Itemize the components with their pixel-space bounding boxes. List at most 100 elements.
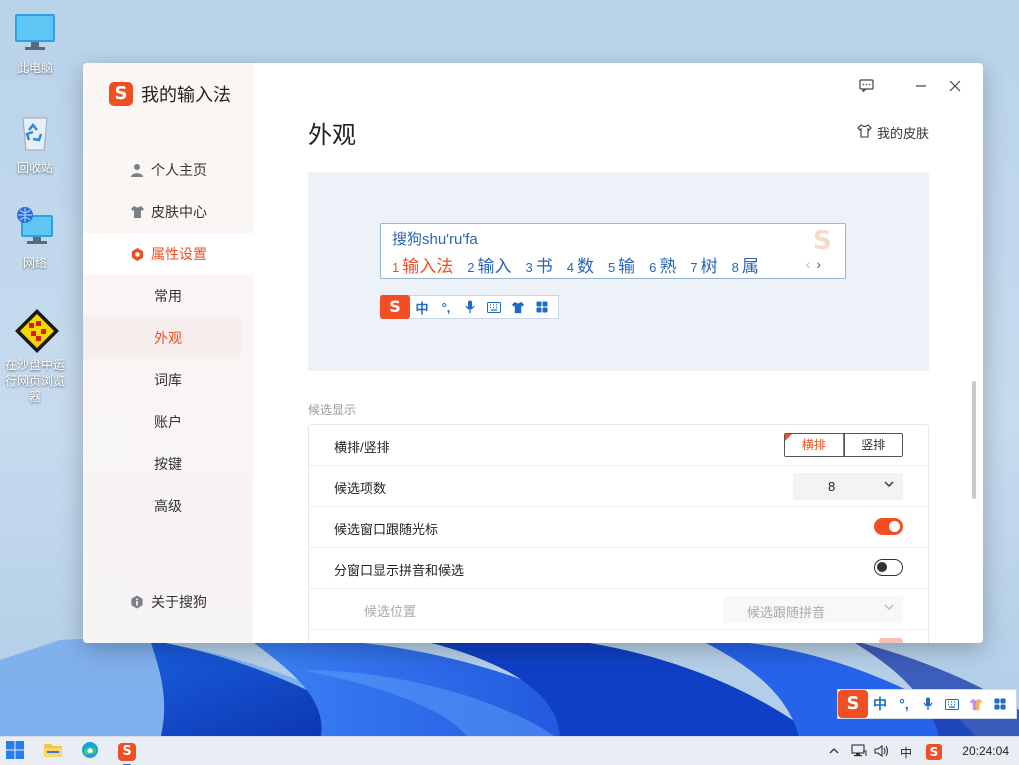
setting-row-follow-cursor: 候选窗口跟随光标: [309, 507, 928, 548]
candidate-item: 3书: [525, 257, 553, 276]
my-skin-link[interactable]: 我的皮肤: [857, 123, 929, 142]
candidate-position-select[interactable]: 候选跟随拼音: [723, 596, 903, 623]
tshirt-outline-icon: [857, 124, 872, 141]
tray-network[interactable]: [850, 742, 868, 762]
taskbar: S 中 S 20:24:04: [0, 736, 1019, 765]
app-brand: S 我的输入法: [109, 81, 231, 107]
chevron-down-icon: [883, 478, 895, 490]
folder-icon: [43, 742, 63, 763]
start-button[interactable]: [3, 740, 27, 764]
desktop-icon-this-pc[interactable]: 此电脑: [0, 10, 70, 76]
candidate-item: 6熟: [649, 257, 677, 276]
desktop-icon-recycle-bin[interactable]: 回收站: [0, 110, 70, 176]
status-bar-preview: S 中 °,: [380, 295, 559, 319]
candidate-count-select[interactable]: 8: [793, 473, 903, 500]
sidebar-item-label: 属性设置: [151, 246, 207, 262]
subnav-item-appearance[interactable]: 外观: [83, 317, 241, 359]
sogou-logo-icon[interactable]: S: [838, 690, 868, 718]
punctuation-icon[interactable]: °,: [892, 691, 916, 717]
option-horizontal[interactable]: 横排: [785, 434, 844, 456]
sogou-logo-icon: S: [109, 82, 133, 106]
skin-icon: [506, 296, 530, 318]
setting-label: 横排/竖排: [334, 440, 390, 455]
next-page-icon: ›: [816, 256, 821, 272]
feedback-icon: [858, 79, 874, 97]
microphone-icon[interactable]: [916, 691, 940, 717]
minimize-button[interactable]: [910, 77, 932, 99]
subnav-item-dictionary[interactable]: 词库: [83, 359, 253, 401]
show-hidden-icons-button[interactable]: [826, 742, 842, 762]
candidate-item: 2 输入: [467, 257, 512, 276]
option-vertical[interactable]: 竖排: [843, 434, 903, 456]
taskbar-file-explorer[interactable]: [41, 740, 65, 764]
sogou-logo-icon: S: [380, 295, 410, 319]
chinese-mode-icon[interactable]: 中: [868, 691, 892, 717]
candidate-item: 5输: [607, 257, 636, 276]
sogou-watermark-icon: S: [813, 226, 832, 256]
subnav-item-general[interactable]: 常用: [83, 275, 253, 317]
network-tray-icon: [851, 743, 867, 761]
setting-row-orientation: 横排/竖排 横排 竖排: [309, 425, 928, 466]
prev-page-icon: ‹: [805, 256, 811, 272]
subnav-item-account[interactable]: 账户: [83, 401, 253, 443]
sidebar-item-skin-center[interactable]: 皮肤中心: [83, 191, 253, 233]
clock[interactable]: 20:24:04: [962, 744, 1009, 758]
desktop-icon-network[interactable]: 网络: [0, 205, 70, 271]
ime-status-bar: S 中 °,: [837, 689, 1017, 719]
keyboard-icon[interactable]: [940, 691, 964, 717]
candidate-window-preview: S 搜狗shu'ru'fa 1 输入法 2 输入 3书 4数 5输 6熟 7树 8属…: [380, 223, 846, 279]
keyboard-icon: [482, 296, 506, 318]
skin-icon[interactable]: [964, 691, 988, 717]
candidate-item: 7树: [690, 257, 718, 276]
settings-hex-icon: [129, 246, 145, 262]
tray-sogou[interactable]: S: [924, 742, 944, 762]
sandboxie-icon: [13, 307, 59, 353]
main-content: 外观 我的皮肤 S 搜狗shu'ru'fa 1 输入法 2 输入 3书 4数 5输 …: [253, 63, 983, 643]
sidebar-item-about[interactable]: 关于搜狗: [83, 581, 253, 623]
user-icon: [129, 162, 145, 178]
sidebar-item-profile[interactable]: 个人主页: [83, 149, 253, 191]
taskbar-sogou[interactable]: S: [115, 740, 139, 765]
minimize-icon: [915, 79, 927, 97]
setting-row-candidate-position: 候选位置 候选跟随拼音: [309, 589, 928, 630]
subnav-item-keys[interactable]: 按键: [83, 443, 253, 485]
sidebar-item-label: 关于搜狗: [151, 594, 207, 610]
candidate-page-arrows: ‹ ›: [806, 256, 821, 272]
chinese-mode-icon: 中: [415, 300, 429, 316]
tray-ime-language[interactable]: 中: [897, 742, 915, 762]
pinyin-preview: 搜狗shu'ru'fa: [392, 231, 478, 248]
partial-toggle: [879, 638, 903, 643]
feedback-button[interactable]: [855, 77, 877, 99]
settings-window: S 我的输入法 个人主页 皮肤中心 属性设置 常用 外观 词库 账户 按键 高级: [83, 63, 983, 643]
sidebar-item-properties[interactable]: 属性设置: [83, 233, 253, 275]
edge-icon: [81, 741, 99, 764]
sidebar-item-label: 皮肤中心: [151, 204, 207, 220]
network-icon: [13, 205, 57, 249]
toolbox-icon: [530, 296, 554, 318]
chevron-up-icon: [828, 745, 840, 760]
setting-label: 候选项数: [334, 481, 387, 496]
recycle-bin-icon: [13, 110, 57, 154]
tray-volume[interactable]: [873, 742, 891, 762]
candidate-item: 1 输入法: [392, 257, 454, 276]
microphone-icon: [458, 296, 482, 318]
taskbar-edge[interactable]: [78, 740, 102, 764]
sidebar: S 我的输入法 个人主页 皮肤中心 属性设置 常用 外观 词库 账户 按键 高级: [83, 63, 253, 643]
candidate-item: 8属: [731, 257, 759, 276]
setting-label: 候选窗口跟随光标: [334, 522, 439, 537]
subnav-item-advanced[interactable]: 高级: [83, 485, 253, 527]
desktop-icon-sandbox-browser[interactable]: 在沙盘中运行网页浏览器: [0, 307, 70, 405]
speaker-icon: [874, 744, 890, 761]
toolbox-icon[interactable]: [988, 691, 1012, 717]
page-title: 外观: [308, 122, 356, 149]
follow-cursor-toggle[interactable]: [874, 518, 903, 535]
settings-panel: 横排/竖排 横排 竖排 候选项数 8 候选窗口跟随光标 分窗口显示拼音和候选 候…: [308, 424, 929, 643]
content-scrollbar[interactable]: [972, 381, 976, 499]
split-window-toggle[interactable]: [874, 559, 903, 576]
info-icon: [129, 594, 145, 610]
sogou-logo-icon: S: [118, 743, 136, 761]
punctuation-icon: °,: [441, 299, 451, 315]
close-button[interactable]: [944, 77, 966, 99]
select-value: 8: [828, 479, 836, 494]
desktop-icon-label: 网络: [22, 256, 47, 270]
